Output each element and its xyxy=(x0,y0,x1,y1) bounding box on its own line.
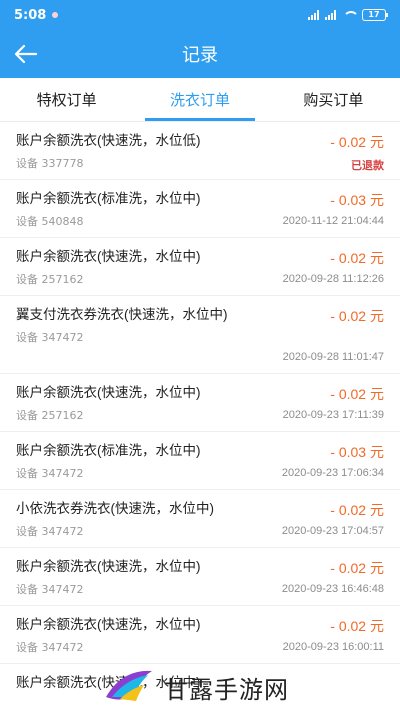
watermark-logo-icon xyxy=(106,670,152,701)
record-title: 账户余额洗衣(快速洗，水位低) xyxy=(16,133,201,148)
list-item[interactable]: 账户余额洗衣(标准洗，水位中) 设备 347472 - 0.03 元 2020-… xyxy=(0,432,400,490)
record-device: 设备 347472 xyxy=(16,641,84,654)
record-title: 账户余额洗衣(快速洗，水位中) xyxy=(16,617,201,632)
record-title: 账户余额洗衣(快速洗，水位中) xyxy=(16,249,201,264)
back-button[interactable] xyxy=(8,36,44,72)
record-info: 账户余额洗衣(快速洗，水位低) 设备 337778 xyxy=(16,130,246,171)
record-amount: - 0.02 元 xyxy=(330,618,384,634)
list-item[interactable]: 账户余额洗衣(快速洗，水位中) 设备 257162 - 0.02 元 2020-… xyxy=(0,374,400,432)
record-info: 账户余额洗衣(快速洗，水位中) 设备 347472 xyxy=(16,614,246,655)
list-item[interactable]: 账户余额洗衣(快速洗，水位中) 设备 257162 - 0.02 元 2020-… xyxy=(0,238,400,296)
record-info: 账户余额洗衣(快速洗，水位中) 设备 257162 xyxy=(16,382,246,423)
record-amount: - 0.02 元 xyxy=(330,560,384,576)
record-time: 2020-09-23 16:46:48 xyxy=(281,583,384,595)
record-time: 2020-09-23 17:11:39 xyxy=(282,409,384,421)
list-item[interactable]: 账户余额洗衣(快速洗，水位中) 设备 347472 - 0.02 元 2020-… xyxy=(0,606,400,664)
list-item[interactable]: 账户余额洗衣(快速洗，水位中) 设备 347472 - 0.02 元 2020-… xyxy=(0,548,400,606)
tab-label: 洗衣订单 xyxy=(169,91,230,109)
record-time: 2020-09-28 11:01:47 xyxy=(282,351,384,363)
record-info: 账户余额洗衣(快速洗，水位中) 设备 257162 xyxy=(16,246,246,287)
record-time: 2020-11-12 21:04:44 xyxy=(282,215,384,227)
record-title: 账户余额洗衣(快速洗，水位中) xyxy=(16,385,201,400)
list-item[interactable]: 小依洗衣券洗衣(快速洗，水位中) 设备 347472 - 0.02 元 2020… xyxy=(0,490,400,548)
record-time: 2020-09-23 16:00:11 xyxy=(282,641,384,653)
tab-purchase-orders[interactable]: 购买订单 xyxy=(267,78,400,121)
battery-icon: 17 xyxy=(362,9,388,21)
record-device: 设备 337778 xyxy=(16,157,84,170)
record-amount: - 0.03 元 xyxy=(330,444,384,460)
tab-label: 购买订单 xyxy=(303,91,364,109)
record-info: 账户余额洗衣(快速洗，水位中) 设备 347472 xyxy=(16,556,246,597)
tab-label: 特权订单 xyxy=(36,91,97,109)
record-device: 设备 347472 xyxy=(16,331,84,344)
refund-status: 已退款 xyxy=(351,160,384,172)
record-device: 设备 347472 xyxy=(16,583,84,596)
status-icons: 17 xyxy=(308,9,388,21)
signal-icon-2 xyxy=(325,10,336,20)
tab-privilege-orders[interactable]: 特权订单 xyxy=(0,78,133,121)
record-title: 小依洗衣券洗衣(快速洗，水位中) xyxy=(16,501,214,516)
record-time: 2020-09-23 17:06:34 xyxy=(281,467,384,479)
record-amount: - 0.02 元 xyxy=(330,386,384,402)
list-item[interactable]: 账户余额洗衣(标准洗，水位中) 设备 540848 - 0.03 元 2020-… xyxy=(0,180,400,238)
page-title: 记录 xyxy=(182,45,218,65)
record-info: 账户余额洗衣(标准洗，水位中) 设备 540848 xyxy=(16,188,246,229)
tab-laundry-orders[interactable]: 洗衣订单 xyxy=(133,78,266,121)
record-info: 小依洗衣券洗衣(快速洗，水位中) 设备 347472 xyxy=(16,498,246,539)
record-device: 设备 347472 xyxy=(16,467,84,480)
wifi-icon xyxy=(342,10,359,20)
record-device: 设备 257162 xyxy=(16,409,84,422)
record-title: 账户余额洗衣(标准洗，水位中) xyxy=(16,191,201,206)
battery-level: 17 xyxy=(368,10,380,19)
record-amount: - 0.02 元 xyxy=(330,250,384,266)
tab-bar: 特权订单 洗衣订单 购买订单 xyxy=(0,78,400,122)
navigation-bar: 记录 xyxy=(0,30,400,78)
record-info: 翼支付洗衣券洗衣(快速洗，水位中) 设备 347472 xyxy=(16,304,241,345)
record-title: 翼支付洗衣券洗衣(快速洗，水位中) xyxy=(16,307,228,322)
record-amount: - 0.03 元 xyxy=(330,192,384,208)
record-info: 账户余额洗衣(标准洗，水位中) 设备 347472 xyxy=(16,440,246,481)
record-amount: - 0.02 元 xyxy=(330,134,384,150)
record-device: 设备 347472 xyxy=(16,525,84,538)
list-item[interactable]: 翼支付洗衣券洗衣(快速洗，水位中) 设备 347472 - 0.02 元 202… xyxy=(0,296,400,374)
arrow-left-icon xyxy=(14,44,38,64)
notification-dot-icon xyxy=(52,12,59,18)
record-device: 设备 540848 xyxy=(16,215,84,228)
watermark-text: 甘露手游网 xyxy=(164,675,289,704)
status-bar: 5:08 17 xyxy=(0,0,400,30)
record-list: 账户余额洗衣(快速洗，水位低) 设备 337778 - 0.02 元 已退款 账… xyxy=(0,122,400,711)
watermark: 甘露手游网 xyxy=(102,663,392,711)
signal-icon xyxy=(308,10,319,20)
status-time: 5:08 xyxy=(14,7,47,23)
record-time: 2020-09-23 17:04:57 xyxy=(281,525,384,537)
record-title: 账户余额洗衣(标准洗，水位中) xyxy=(16,443,201,458)
record-amount: - 0.02 元 xyxy=(330,502,384,518)
record-amount: - 0.02 元 xyxy=(330,308,384,324)
record-title: 账户余额洗衣(快速洗，水位中) xyxy=(16,559,201,574)
record-device: 设备 257162 xyxy=(16,273,84,286)
record-time: 2020-09-28 11:12:26 xyxy=(282,273,384,285)
list-item[interactable]: 账户余额洗衣(快速洗，水位低) 设备 337778 - 0.02 元 已退款 xyxy=(0,122,400,180)
